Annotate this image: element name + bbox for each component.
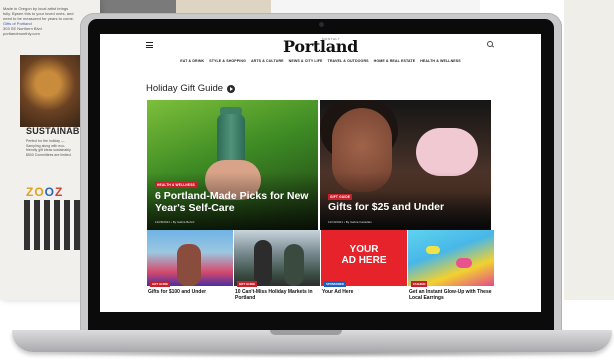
article-card-gifts-100[interactable]: GIFT GUIDE Gifts for $100 and Under xyxy=(147,230,233,310)
arrow-right-icon[interactable] xyxy=(227,84,236,93)
category-badge[interactable]: HEALTH & WELLNESS xyxy=(155,182,197,188)
nav-style-shopping[interactable]: STYLE & SHOPPING xyxy=(209,59,246,63)
earring-image xyxy=(456,258,472,268)
nav-news-city-life[interactable]: NEWS & CITY LIFE xyxy=(289,59,323,63)
magazine-body-text: Perfect for the holiday — Sampling along… xyxy=(26,139,72,157)
category-badge[interactable]: GIFT GUIDE xyxy=(237,281,258,287)
category-badge[interactable]: GIFT GUIDE xyxy=(150,281,171,287)
section-title-text: Holiday Gift Guide xyxy=(146,83,224,94)
article-thumbnail xyxy=(408,230,494,286)
nav-health-wellness[interactable]: HEALTH & WELLNESS xyxy=(420,59,461,63)
person-image xyxy=(284,244,304,286)
person-image xyxy=(177,244,201,286)
ad-text: YOUR AD HERE xyxy=(341,244,387,266)
article-card-earrings[interactable]: FASHION Get an Instant Glow-Up with Thes… xyxy=(408,230,494,310)
feature-byline: 12/10/2021 • By Gabra Castellan xyxy=(328,220,372,224)
nav-arts-culture[interactable]: ARTS & CULTURE xyxy=(251,59,284,63)
article-title[interactable]: Get an Instant Glow-Up with These Local … xyxy=(408,286,494,301)
nav-home-real-estate[interactable]: HOME & REAL ESTATE xyxy=(374,59,416,63)
ad-card[interactable]: YOUR AD HERE SPONSORED Your Ad Here xyxy=(321,230,407,310)
article-thumbnail xyxy=(147,230,233,286)
magazine-page-right xyxy=(564,0,614,300)
magazine-intro-text: Made in Oregon by local artist brings fu… xyxy=(3,6,74,36)
article-title[interactable]: Your Ad Here xyxy=(321,286,407,295)
magazine-contact-line: portlandmonthly.com xyxy=(3,31,40,36)
site-header: MONTHLY Portland xyxy=(100,34,541,56)
category-badge[interactable]: FASHION xyxy=(411,281,428,287)
feature-card-self-care[interactable]: HEALTH & WELLNESS 6 Portland-Made Picks … xyxy=(147,100,318,230)
feature-title[interactable]: Gifts for $25 and Under xyxy=(328,201,483,213)
laptop-screen: MONTHLY Portland EAT & DRINK STYLE & SHO… xyxy=(100,34,541,312)
nav-travel-outdoors[interactable]: TRAVEL & OUTDOORS xyxy=(328,59,369,63)
nav-eat-drink[interactable]: EAT & DRINK xyxy=(180,59,204,63)
sponsored-badge[interactable]: SPONSORED xyxy=(324,281,346,287)
magazine-page-top xyxy=(100,0,480,14)
laptop-notch xyxy=(270,330,342,335)
article-thumbnail xyxy=(234,230,320,286)
search-icon[interactable] xyxy=(487,41,493,47)
person-image xyxy=(254,240,272,286)
section-title[interactable]: Holiday Gift Guide xyxy=(146,83,236,94)
category-badge[interactable]: GIFT GUIDE xyxy=(328,194,353,200)
magazine-illustration xyxy=(24,200,80,250)
feature-byline: 12/28/2021 • By Gabra Behrd xyxy=(155,220,195,224)
main-nav: EAT & DRINK STYLE & SHOPPING ARTS & CULT… xyxy=(100,59,541,63)
article-card-holiday-markets[interactable]: GIFT GUIDE 10 Can't-Miss Holiday Markets… xyxy=(234,230,320,310)
site-logo[interactable]: Portland xyxy=(100,37,541,56)
ad-thumbnail: YOUR AD HERE xyxy=(321,230,407,286)
article-title[interactable]: Gifts for $100 and Under xyxy=(147,286,233,295)
feature-title[interactable]: 6 Portland-Made Picks for New Year's Sel… xyxy=(155,190,310,214)
piggy-bank-image xyxy=(416,128,478,176)
magazine-zoo-logo: ZOOZ xyxy=(26,185,64,199)
magazine-heading: SUSTAINABI xyxy=(26,126,83,136)
article-title[interactable]: 10 Can't-Miss Holiday Markets in Portlan… xyxy=(234,286,320,301)
camera-icon xyxy=(319,22,324,27)
feature-card-gifts-25[interactable]: GIFT GUIDE Gifts for $25 and Under 12/10… xyxy=(320,100,491,230)
earring-image xyxy=(426,246,440,254)
